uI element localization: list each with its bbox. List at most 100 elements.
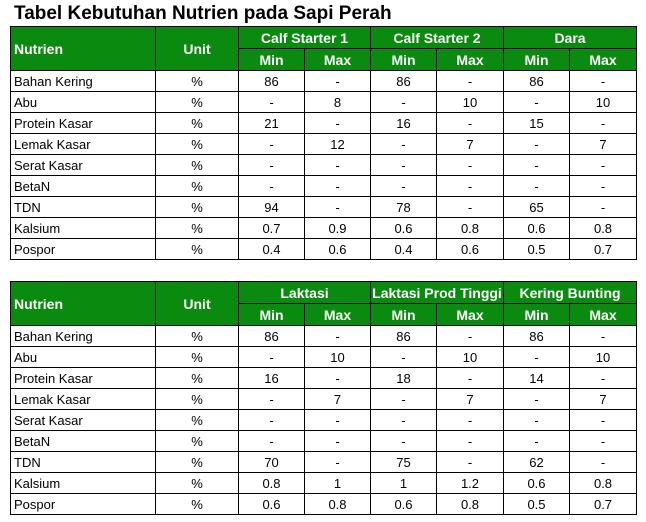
nutrient-name: Kalsium (10, 472, 156, 494)
value-cell: - (503, 388, 570, 410)
unit-cell: % (155, 112, 239, 134)
max-header: Max (436, 48, 504, 71)
unit-cell: % (155, 430, 239, 452)
unit-cell: % (155, 367, 239, 389)
table-row: Pospor% 0.6 0.8 0.6 0.8 0.5 0.7 (10, 493, 638, 515)
unit-cell: % (155, 472, 239, 494)
value-cell: - (304, 430, 371, 452)
value-cell: - (304, 154, 371, 176)
header-row: Nutrien Unit Calf Starter 1 Calf Starter 2D… (10, 26, 638, 71)
nutrient-name: Abu (10, 91, 156, 113)
table-row: Serat Kasar% - - - - - - (10, 154, 638, 176)
nutrien-header: Nutrien (10, 26, 156, 71)
value-cell: - (304, 451, 371, 473)
value-cell: - (304, 70, 371, 92)
value-cell: - (238, 154, 305, 176)
value-cell: - (568, 430, 638, 452)
value-cell: 16 (370, 112, 437, 134)
value-cell: - (304, 196, 371, 218)
value-cell: - (436, 175, 504, 197)
value-cell: - (436, 112, 504, 134)
page-title: Tabel Kebutuhan Nutrien pada Sapi Perah (14, 3, 392, 24)
unit-cell: % (155, 154, 239, 176)
value-cell: 0.6 (503, 217, 570, 239)
max-header: Max (436, 303, 504, 326)
value-cell: - (304, 112, 371, 134)
value-cell: - (304, 367, 371, 389)
value-cell: - (503, 175, 570, 197)
header-row: Nutrien Unit Laktasi Laktasi Prod Tinggi Ker… (10, 281, 638, 326)
value-cell: 1 (370, 472, 437, 494)
max-header: Max (568, 303, 638, 326)
value-cell: 0.6 (503, 472, 570, 494)
value-cell: 12 (304, 133, 371, 155)
table-row: Bahan Kering% 86-86-86- (10, 325, 638, 347)
value-cell: 0.7 (568, 238, 638, 260)
max-header: Max (304, 48, 371, 71)
table-row: Kalsium% 0.8 1 1 1.2 0.6 0.8 (10, 472, 638, 494)
nutrien-header: Nutrien (10, 281, 156, 326)
min-header: Min (238, 48, 305, 71)
nutrient-name: BetaN (10, 175, 156, 197)
table-row: TDN% 70-75-62- (10, 451, 638, 473)
table-body: Nutrien Unit Laktasi Laktasi Prod Tinggi Ker… (10, 281, 638, 515)
value-cell: 75 (370, 451, 437, 473)
value-cell: - (503, 409, 570, 431)
value-cell: - (238, 430, 305, 452)
value-cell: 0.8 (304, 493, 371, 515)
value-cell: - (370, 388, 437, 410)
value-cell: - (370, 409, 437, 431)
value-cell: 10 (304, 346, 371, 368)
value-cell: 0.4 (370, 238, 437, 260)
value-cell: - (238, 175, 305, 197)
group-header: Laktasi (238, 281, 371, 304)
value-cell: - (304, 409, 371, 431)
value-cell: 8 (304, 91, 371, 113)
value-cell: - (568, 451, 638, 473)
unit-cell: % (155, 91, 239, 113)
table-body: Nutrien Unit Calf Starter 1 Calf Starter 2D… (10, 26, 638, 260)
value-cell: 10 (436, 346, 504, 368)
value-cell: 1 (304, 472, 371, 494)
value-cell: - (238, 346, 305, 368)
value-cell: 0.6 (370, 493, 437, 515)
unit-cell: % (155, 388, 239, 410)
table-row: BetaN% - - - - - - (10, 175, 638, 197)
value-cell: 0.9 (304, 217, 371, 239)
unit-cell: % (155, 346, 239, 368)
unit-cell: % (155, 325, 239, 347)
value-cell: 14 (503, 367, 570, 389)
unit-cell: % (155, 196, 239, 218)
value-cell: 10 (568, 91, 638, 113)
value-cell: - (238, 133, 305, 155)
min-header: Min (503, 303, 570, 326)
value-cell: 7 (436, 133, 504, 155)
value-cell: 62 (503, 451, 570, 473)
value-cell: 94 (238, 196, 305, 218)
min-header: Min (370, 303, 437, 326)
nutrient-table-2: Nutrien Unit Laktasi Laktasi Prod Tinggi Ker… (10, 281, 638, 515)
value-cell: - (436, 430, 504, 452)
unit-cell: % (155, 409, 239, 431)
group-header: Laktasi Prod Tinggi (370, 281, 504, 304)
table-row: Lemak Kasar% -7-7-7 (10, 388, 638, 410)
value-cell: 10 (436, 91, 504, 113)
value-cell: - (370, 175, 437, 197)
value-cell: 0.5 (503, 493, 570, 515)
group-header: Dara (502, 26, 638, 49)
value-cell: - (436, 70, 504, 92)
value-cell: 0.7 (238, 217, 305, 239)
value-cell: - (370, 430, 437, 452)
value-cell: - (436, 325, 504, 347)
table-row: Bahan Kering% 86-86-86- (10, 70, 638, 92)
value-cell: - (568, 175, 638, 197)
nutrient-name: Pospor (10, 238, 156, 260)
value-cell: 86 (370, 70, 437, 92)
value-cell: - (436, 154, 504, 176)
value-cell: - (503, 91, 570, 113)
value-cell: - (304, 175, 371, 197)
table-row: Abu% -8-10-10 (10, 91, 638, 113)
unit-cell: % (155, 493, 239, 515)
nutrient-name: TDN (10, 196, 156, 218)
value-cell: 78 (370, 196, 437, 218)
